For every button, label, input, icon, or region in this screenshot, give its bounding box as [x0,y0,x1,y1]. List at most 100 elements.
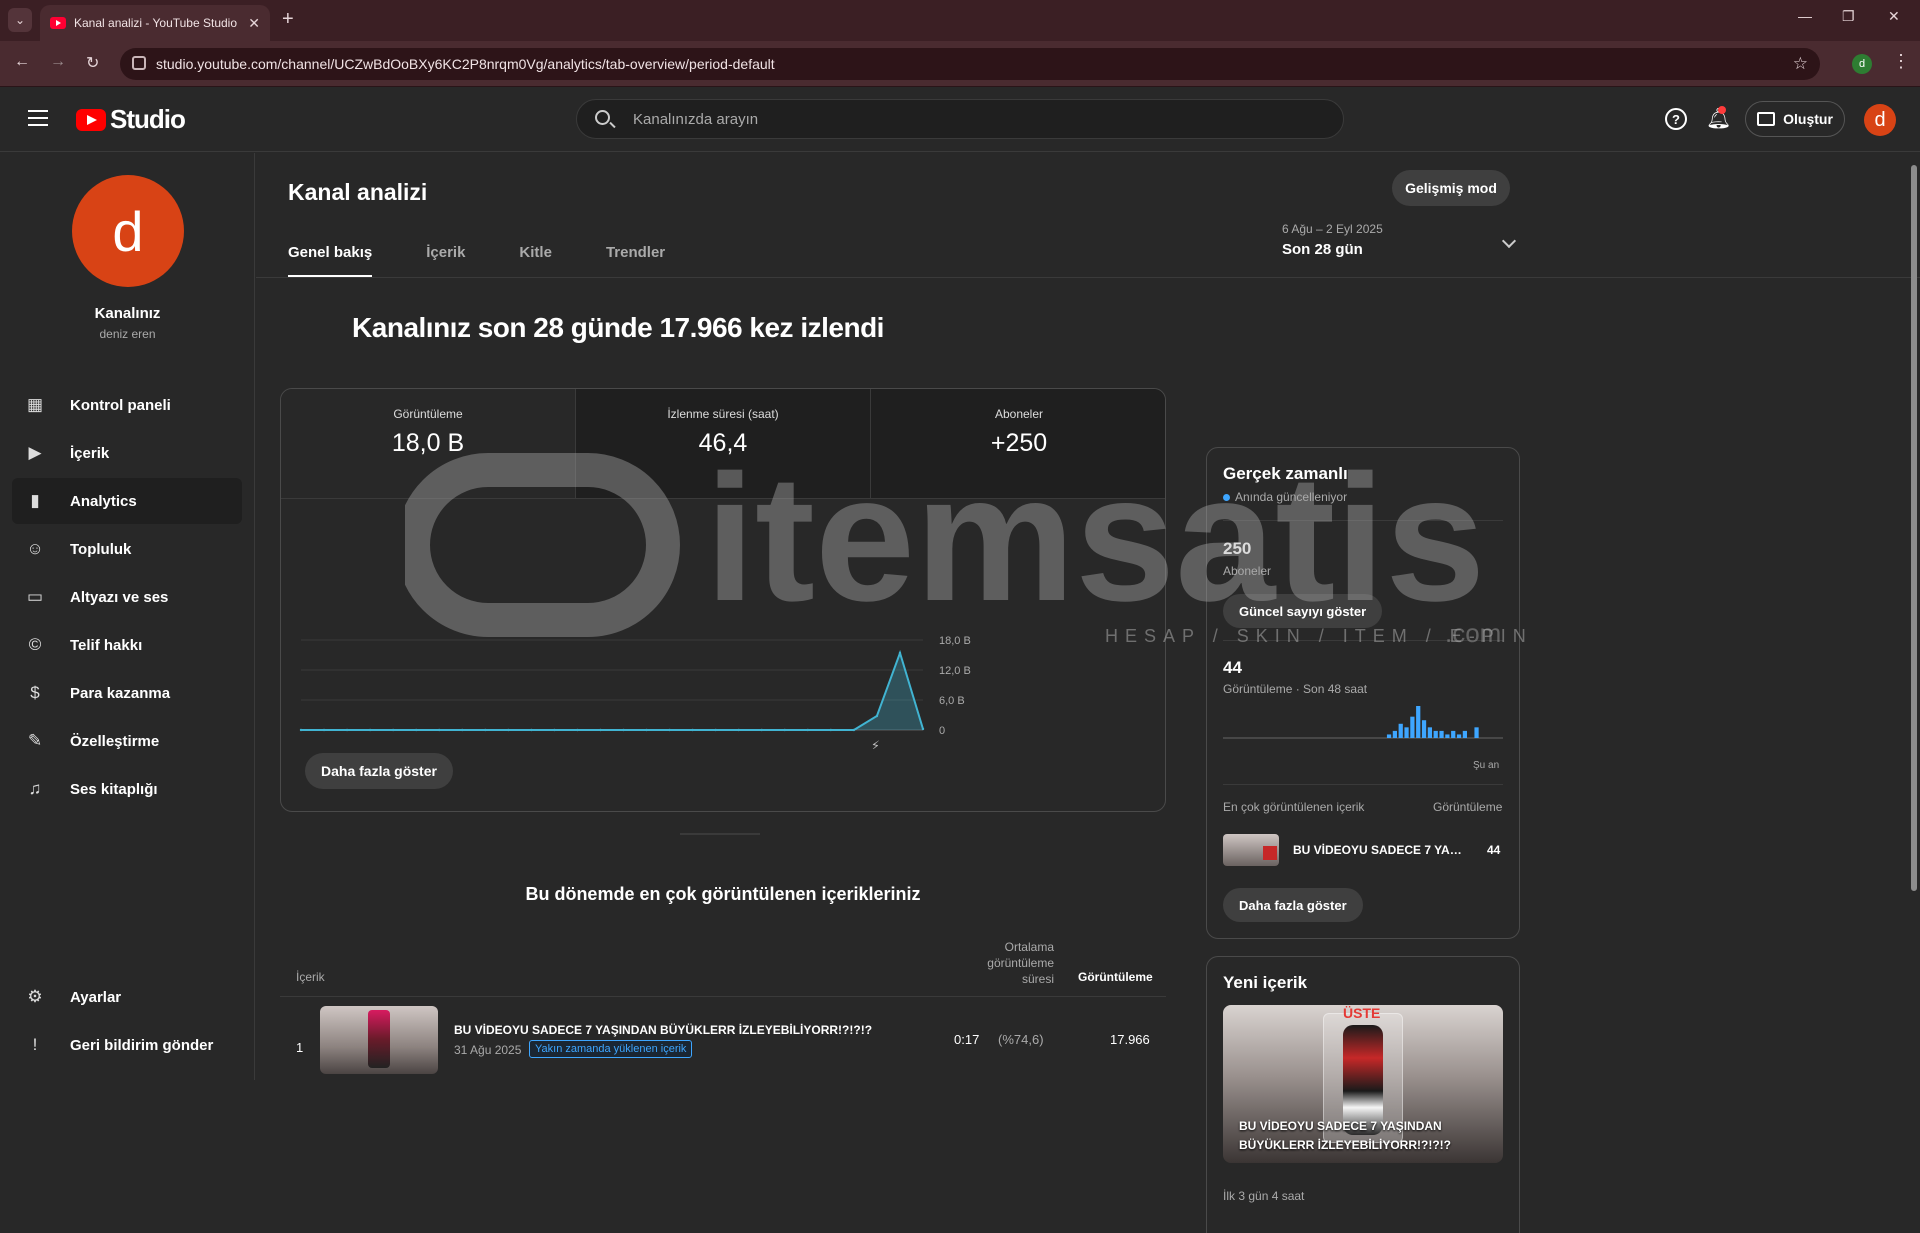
column-header-views[interactable]: Görüntüleme [1078,970,1153,984]
logo-text: Studio [110,104,186,134]
close-tab-icon[interactable]: ✕ [248,15,260,32]
video-title[interactable]: BU VİDEOYU SADECE 7 YAŞINDAN BÜYÜKLERR İ… [454,1023,872,1037]
metric-watch-time[interactable]: İzlenme süresi (saat) 46,4 [576,389,871,499]
spark-bar [1392,730,1397,738]
customization-icon: ✎ [27,731,43,750]
studio-logo[interactable]: Studio [76,104,186,135]
top-views-label: Görüntüleme [1433,800,1503,814]
tab-list-button[interactable]: ⌄ [8,8,32,32]
chart-area [301,653,923,730]
divider [1223,520,1503,521]
data-point [645,728,648,732]
sidebar-item-content[interactable]: ▶ İçerik [12,430,242,476]
realtime-bar-chart[interactable] [1223,698,1503,754]
sidebar-item-copyright[interactable]: © Telif hakkı [12,622,242,668]
search-input[interactable]: Kanalınızda arayın [633,111,758,128]
notifications-bell-icon[interactable]: 🔔︎ [1706,106,1731,131]
sidebar-item-audio-library[interactable]: ♫ Ses kitaplığı [12,766,242,812]
column-header-avg-duration[interactable]: Ortalama görüntüleme süresi [956,939,1054,987]
realtime-views-label: Görüntüleme · Son 48 saat [1223,682,1368,696]
close-window-icon[interactable]: ✕ [1888,8,1900,25]
data-point [599,728,602,732]
minimize-icon[interactable]: — [1798,8,1812,24]
address-bar-area: ← → ↻ studio.youtube.com/channel/UCZwBdO… [0,41,1920,87]
channel-avatar[interactable]: d [72,175,184,287]
search-bar[interactable]: Kanalınızda arayın [576,99,1344,139]
sidebar-item-settings[interactable]: ⚙ Ayarlar [12,974,242,1020]
tab-content[interactable]: İçerik [426,244,465,278]
new-content-title: Yeni içerik [1223,973,1308,992]
column-header-line: Ortalama [1004,940,1054,954]
sidebar-item-label: İçerik [70,444,110,462]
show-current-count-button[interactable]: Güncel sayıyı göster [1223,594,1383,628]
sidebar-item-monetization[interactable]: $ Para kazanma [12,670,242,716]
video-thumbnail[interactable] [320,1006,438,1074]
metric-views[interactable]: Görüntüleme 18,0 B [281,389,576,499]
y-tick-label: 0 [939,725,945,737]
now-label: Şu an [1473,760,1500,771]
sidebar-item-feedback[interactable]: ! Geri bildirim gönder [12,1022,242,1068]
audio-library-icon: ♫ [28,779,42,798]
new-content-thumbnail[interactable]: ÜSTE BU VİDEOYU SADECE 7 YAŞINDAN BÜYÜKL… [1223,1005,1503,1163]
realtime-title: Gerçek zamanlı [1223,464,1348,483]
omnibox[interactable]: studio.youtube.com/channel/UCZwBdOoBXy6K… [120,48,1820,80]
page-scrollbar[interactable] [1911,165,1917,891]
feedback-icon: ! [32,1035,38,1054]
thumbnail-sticker [1263,846,1277,860]
advanced-mode-button[interactable]: Gelişmiş mod [1392,170,1510,206]
data-point [299,728,303,732]
youtube-favicon-icon [50,17,66,29]
data-point [668,728,671,732]
help-icon[interactable]: ? [1665,108,1687,130]
site-info-icon[interactable] [132,56,146,70]
y-tick-label: 12,0 B [939,665,971,677]
restore-icon[interactable]: ❐ [1842,8,1855,25]
forward-icon[interactable]: → [50,53,66,71]
realtime-show-more-button[interactable]: Daha fazla göster [1223,888,1363,922]
shorts-upload-icon: ⚡ [871,739,880,749]
reload-icon[interactable]: ↻ [86,53,99,73]
data-point [691,728,694,732]
top-item-title[interactable]: BU VİDEOYU SADECE 7 YAŞINDAN BÜYÜKLERR İ… [1293,843,1468,857]
avg-percent: (%74,6) [998,1032,1044,1047]
account-avatar[interactable]: d [1864,104,1896,136]
thumbnail-figure [368,1010,390,1068]
bookmark-star-icon[interactable]: ☆ [1793,54,1808,74]
data-point [898,651,902,655]
thumbnail-caption: BU VİDEOYU SADECE 7 YAŞINDAN BÜYÜKLERR İ… [1239,1119,1451,1152]
column-header-content: İçerik [296,970,325,984]
data-point [921,727,925,731]
metric-subscribers[interactable]: Aboneler +250 [871,389,1165,499]
chevron-down-icon [1501,233,1517,249]
browser-menu-icon[interactable]: ⋮ [1892,51,1910,72]
date-range-selector[interactable]: 6 Ağu – 2 Eyl 2025 Son 28 gün [1282,222,1517,258]
realtime-card: Gerçek zamanlı Anında güncelleniyor 250 … [1206,447,1520,939]
dashboard-icon: ▦ [26,395,44,414]
new-tab-button[interactable]: + [282,8,294,31]
top-content-title: Bu dönemde en çok görüntülenen içerikler… [525,884,921,904]
browser-tab[interactable]: Kanal analizi - YouTube Studio ✕ [40,5,270,41]
tab-overview[interactable]: Genel bakış [288,244,373,278]
views-line-chart[interactable]: 18,0 B12,0 B6,0 B0⚡6 Ağu 202511 Ağu 2025… [281,499,1166,749]
top-item-thumbnail[interactable] [1223,834,1279,866]
channel-label: Kanalınız [94,305,161,322]
sidebar-item-dashboard[interactable]: ▦ Kontrol paneli [12,382,242,428]
show-more-button[interactable]: Daha fazla göster [305,753,453,789]
spark-bar [1433,730,1438,738]
hamburger-menu-icon[interactable] [28,110,48,126]
top-content-label: En çok görüntülenen içerik [1223,800,1365,814]
data-point [806,728,810,732]
sidebar-item-community[interactable]: ☺ Topluluk [12,526,242,572]
tab-trends[interactable]: Trendler [606,244,665,278]
sidebar-item-analytics[interactable]: ▮ Analytics [12,478,242,524]
sidebar-item-label: Geri bildirim gönder [70,1036,214,1054]
back-icon[interactable]: ← [14,53,30,71]
data-point [461,728,464,732]
sidebar-item-customization[interactable]: ✎ Özelleştirme [12,718,242,764]
create-button[interactable]: Oluştur [1745,101,1845,137]
sidebar-item-subtitles[interactable]: ▭ Altyazı ve ses [12,574,242,620]
top-item-views: 44 [1487,843,1501,857]
tab-audience[interactable]: Kitle [519,244,552,278]
browser-profile-avatar[interactable]: d [1852,54,1872,74]
data-point [760,728,763,732]
